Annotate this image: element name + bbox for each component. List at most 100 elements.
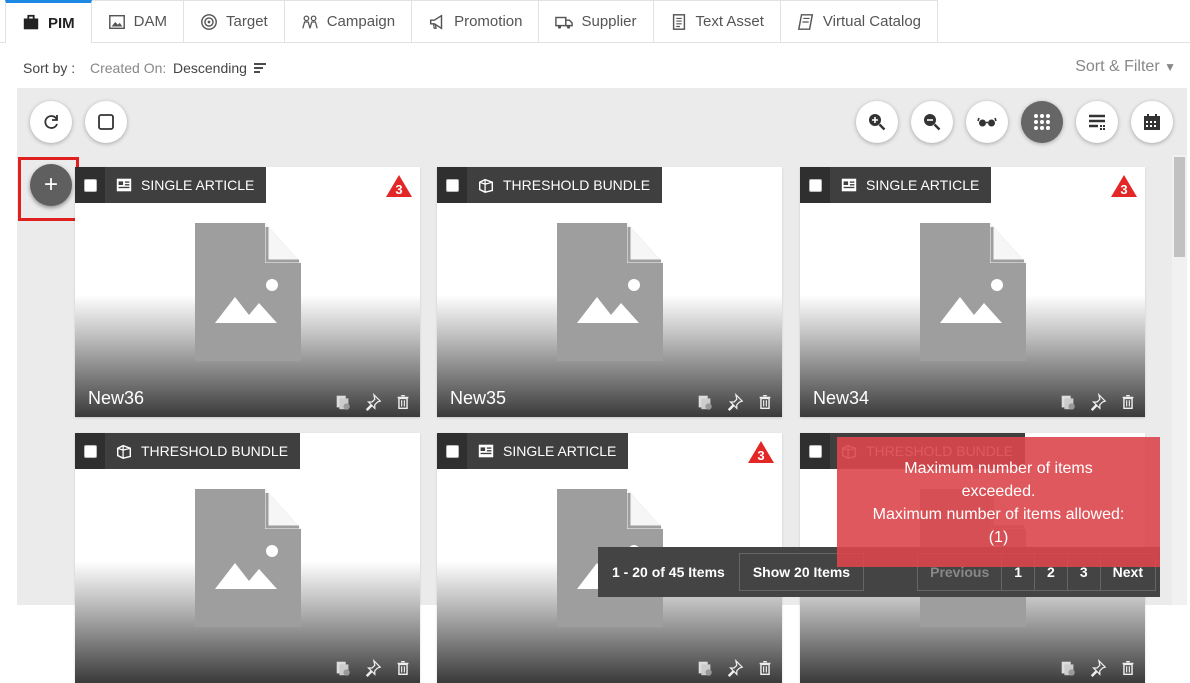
- zoom-out-icon: [924, 114, 941, 131]
- sort-descending-icon[interactable]: [254, 63, 267, 74]
- pin-icon[interactable]: [726, 393, 744, 411]
- tab-supplier[interactable]: Supplier: [539, 0, 654, 42]
- vertical-scrollbar[interactable]: [1172, 155, 1187, 605]
- card-header: THRESHOLD BUNDLE: [75, 433, 301, 469]
- scrollbar-thumb[interactable]: [1174, 157, 1185, 257]
- toast-line: exceeded.: [961, 483, 1036, 500]
- zoom-out-button[interactable]: [911, 101, 953, 143]
- tab-target[interactable]: Target: [184, 0, 285, 42]
- trash-icon[interactable]: [394, 393, 412, 411]
- tab-label: Target: [226, 13, 268, 30]
- card-checkbox[interactable]: [437, 167, 467, 203]
- card-type: THRESHOLD BUNDLE: [467, 167, 662, 203]
- copy-document-icon[interactable]: [696, 659, 714, 677]
- pin-icon[interactable]: [364, 659, 382, 677]
- card-header: SINGLE ARTICLE: [75, 167, 267, 203]
- pin-icon[interactable]: [1089, 659, 1107, 677]
- trash-icon[interactable]: [1119, 393, 1137, 411]
- image-icon: [108, 14, 125, 29]
- tab-label: Supplier: [581, 13, 637, 30]
- truck-icon: [555, 16, 574, 29]
- checkbox-box: [83, 178, 97, 192]
- zoom-in-button[interactable]: [856, 101, 898, 143]
- tab-campaign[interactable]: Campaign: [284, 0, 413, 42]
- item-count: 1 - 20 of 45 Items: [612, 564, 725, 580]
- pin-icon[interactable]: [1089, 393, 1107, 411]
- tab-label: Virtual Catalog: [822, 13, 922, 30]
- card-name: New34: [813, 388, 870, 408]
- checkbox-box: [445, 178, 459, 192]
- card-actions: [334, 393, 412, 411]
- card-type: SINGLE ARTICLE: [105, 167, 266, 203]
- grid-view-button[interactable]: [1021, 101, 1063, 143]
- list-icon: [1089, 114, 1105, 130]
- card-actions: [1059, 393, 1137, 411]
- list-view-button[interactable]: [1076, 101, 1118, 143]
- badge-count: 3: [757, 448, 765, 463]
- warning-badge[interactable]: 3: [1110, 174, 1138, 198]
- card-checkbox[interactable]: [75, 433, 105, 469]
- badge-count: 3: [395, 182, 403, 197]
- pin-icon[interactable]: [364, 393, 382, 411]
- card-type-label: THRESHOLD BUNDLE: [503, 177, 651, 193]
- calendar-icon: [1144, 114, 1160, 130]
- copy-document-icon[interactable]: [1059, 659, 1077, 677]
- badge-count: 3: [1120, 182, 1128, 197]
- image-placeholder-icon: [195, 223, 301, 361]
- product-card[interactable]: SINGLE ARTICLE 3 New36: [75, 167, 420, 417]
- copy-document-icon[interactable]: [334, 393, 352, 411]
- card-checkbox[interactable]: [437, 433, 467, 469]
- people-icon: [301, 15, 318, 28]
- trash-icon[interactable]: [394, 659, 412, 677]
- copy-document-icon[interactable]: [696, 393, 714, 411]
- product-card[interactable]: THRESHOLD BUNDLE New35: [437, 167, 782, 417]
- image-placeholder-icon: [195, 489, 301, 627]
- tab-dam[interactable]: DAM: [91, 0, 185, 42]
- product-card[interactable]: SINGLE ARTICLE 3 New34: [800, 167, 1145, 417]
- calendar-view-button[interactable]: [1131, 101, 1173, 143]
- tab-text-asset[interactable]: Text Asset: [653, 0, 781, 42]
- sort-key[interactable]: Created On:: [90, 60, 166, 76]
- card-type-label: SINGLE ARTICLE: [503, 443, 617, 459]
- image-placeholder-icon: [920, 223, 1026, 361]
- refresh-icon: [44, 115, 58, 129]
- image-placeholder-icon: [557, 223, 663, 361]
- card-checkbox[interactable]: [800, 167, 830, 203]
- card-header: SINGLE ARTICLE: [800, 167, 992, 203]
- card-actions: [696, 393, 774, 411]
- card-type-label: THRESHOLD BUNDLE: [141, 443, 289, 459]
- sort-filter-dropdown[interactable]: Sort & Filter ▼: [1075, 58, 1176, 76]
- copy-document-icon[interactable]: [1059, 393, 1077, 411]
- trash-icon[interactable]: [1119, 659, 1137, 677]
- warning-badge[interactable]: 3: [385, 174, 413, 198]
- card-checkbox[interactable]: [800, 433, 830, 469]
- tab-virtual-catalog[interactable]: Virtual Catalog: [780, 0, 939, 42]
- module-tab-bar: PIM DAM Target Campaign Promotion Suppli…: [0, 0, 1190, 43]
- card-type: SINGLE ARTICLE: [830, 167, 991, 203]
- checkbox-box: [445, 444, 459, 458]
- tab-promotion[interactable]: Promotion: [412, 0, 540, 42]
- tab-pim[interactable]: PIM: [5, 0, 92, 43]
- trash-icon[interactable]: [756, 393, 774, 411]
- pin-icon[interactable]: [726, 659, 744, 677]
- sort-by-label: Sort by :: [23, 60, 76, 76]
- bundle-icon: [116, 444, 132, 459]
- checkbox-box: [808, 444, 822, 458]
- checkbox-box: [83, 444, 97, 458]
- preview-button[interactable]: [966, 101, 1008, 143]
- error-toast[interactable]: Maximum number of items exceeded. Maximu…: [837, 437, 1160, 567]
- plus-icon: +: [43, 171, 58, 198]
- copy-document-icon[interactable]: [334, 659, 352, 677]
- select-all-button[interactable]: [85, 101, 127, 143]
- product-card[interactable]: THRESHOLD BUNDLE: [75, 433, 420, 683]
- sort-direction[interactable]: Descending: [173, 60, 247, 76]
- trash-icon[interactable]: [756, 659, 774, 677]
- tab-label: DAM: [133, 13, 168, 30]
- warning-badge[interactable]: 3: [747, 440, 775, 464]
- checkbox-box: [808, 178, 822, 192]
- card-checkbox[interactable]: [75, 167, 105, 203]
- refresh-button[interactable]: [30, 101, 72, 143]
- article-icon: [841, 178, 857, 192]
- add-item-button[interactable]: +: [30, 164, 72, 206]
- bundle-icon: [478, 178, 494, 193]
